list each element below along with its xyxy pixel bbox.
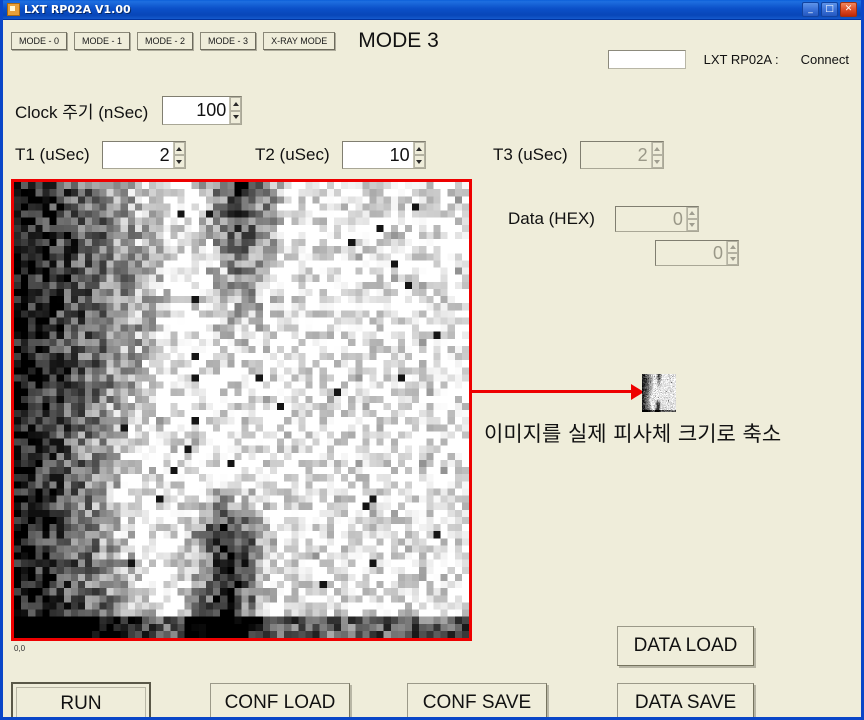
- t1-stepper[interactable]: 2: [101, 141, 186, 169]
- data-hex-row-1: Data (HEX) 0: [508, 206, 739, 232]
- data-hex-label: Data (HEX): [508, 209, 595, 228]
- t1-value[interactable]: 2: [103, 145, 173, 166]
- mode-button-2[interactable]: MODE - 2: [137, 32, 194, 50]
- t3-group: T3 (uSec) 2: [493, 141, 664, 169]
- connect-status-label[interactable]: Connect: [801, 52, 849, 67]
- spin-down-icon[interactable]: [230, 110, 242, 124]
- t3-spin-arrows[interactable]: [650, 142, 663, 168]
- spin-down-icon[interactable]: [413, 155, 425, 168]
- image-coordinate-label: 0,0: [14, 644, 26, 653]
- close-button[interactable]: ✕: [840, 2, 857, 17]
- mode-button-3[interactable]: MODE - 3: [200, 32, 257, 50]
- t2-group: T2 (uSec) 10: [255, 141, 426, 169]
- spin-down-icon[interactable]: [651, 155, 663, 168]
- clock-period-row: Clock 주기 (nSec) 100: [15, 96, 243, 125]
- clock-period-label: Clock 주기 (nSec): [15, 103, 149, 122]
- sensor-image-panel[interactable]: [11, 179, 472, 641]
- mode-button-0[interactable]: MODE - 0: [11, 32, 68, 50]
- data-hex-row-2: 0: [635, 240, 739, 266]
- t3-label: T3 (uSec): [493, 145, 568, 164]
- data-hex-spin-arrows-1[interactable]: [685, 207, 698, 231]
- t1-spin-arrows[interactable]: [172, 142, 185, 168]
- maximize-icon: □: [825, 4, 834, 14]
- window-controls: _ □ ✕: [802, 2, 857, 17]
- spin-up-icon[interactable]: [173, 142, 185, 155]
- actual-size-thumbnail: [642, 374, 676, 412]
- t3-value[interactable]: 2: [581, 145, 651, 166]
- title-bar: LXT RP02A V1.00 _ □ ✕: [3, 0, 861, 20]
- annotation-arrow-line: [472, 390, 637, 393]
- data-hex-stepper-1[interactable]: 0: [614, 206, 699, 232]
- data-load-button[interactable]: DATA LOAD: [617, 626, 754, 666]
- sensor-image-canvas[interactable]: [14, 182, 469, 638]
- window-title: LXT RP02A V1.00: [24, 3, 131, 16]
- run-button-label: RUN: [16, 687, 146, 717]
- spin-up-icon[interactable]: [230, 97, 242, 111]
- mode-button-bar: MODE - 0 MODE - 1 MODE - 2 MODE - 3 X-RA…: [11, 29, 439, 53]
- data-hex-value-2[interactable]: 0: [656, 243, 726, 264]
- conf-load-button[interactable]: CONF LOAD: [210, 683, 350, 717]
- clock-period-stepper[interactable]: 100: [162, 96, 243, 125]
- spin-up-icon[interactable]: [727, 241, 738, 253]
- device-label: LXT RP02A :: [703, 52, 779, 67]
- close-icon: ✕: [844, 4, 853, 14]
- actual-size-thumbnail-canvas: [642, 374, 676, 412]
- clock-period-value[interactable]: 100: [163, 100, 229, 121]
- t1-group: T1 (uSec) 2: [15, 141, 186, 169]
- t3-stepper[interactable]: 2: [579, 141, 664, 169]
- spin-up-icon[interactable]: [413, 142, 425, 155]
- minimize-icon: _: [808, 4, 813, 14]
- run-button[interactable]: RUN: [11, 682, 151, 717]
- data-hex-block: Data (HEX) 0 0: [508, 206, 739, 266]
- data-hex-value-1[interactable]: 0: [616, 209, 686, 230]
- data-save-button[interactable]: DATA SAVE: [617, 683, 754, 717]
- spin-down-icon[interactable]: [727, 253, 738, 265]
- t2-value[interactable]: 10: [343, 145, 413, 166]
- t2-stepper[interactable]: 10: [341, 141, 426, 169]
- t2-label: T2 (uSec): [255, 145, 330, 164]
- annotation-caption: 이미지를 실제 피사체 크기로 축소: [484, 422, 782, 446]
- data-hex-spin-arrows-2[interactable]: [726, 241, 738, 265]
- application-window: LXT RP02A V1.00 _ □ ✕ MODE - 0 MODE - 1 …: [0, 0, 864, 720]
- mode-button-xray[interactable]: X-RAY MODE: [263, 32, 336, 50]
- spin-up-icon[interactable]: [651, 142, 663, 155]
- clock-period-spin-arrows[interactable]: [229, 97, 242, 124]
- mode-button-1[interactable]: MODE - 1: [74, 32, 131, 50]
- spin-up-icon[interactable]: [686, 207, 698, 219]
- conf-save-button[interactable]: CONF SAVE: [407, 683, 547, 717]
- current-mode-title: MODE 3: [358, 29, 439, 52]
- minimize-button[interactable]: _: [802, 2, 819, 17]
- port-input[interactable]: [607, 50, 686, 69]
- t1-label: T1 (uSec): [15, 145, 90, 164]
- data-hex-stepper-2[interactable]: 0: [655, 240, 739, 266]
- t2-spin-arrows[interactable]: [412, 142, 425, 168]
- app-icon: [7, 3, 20, 16]
- timing-row: T1 (uSec) 2 T2 (uSec) 10 T3 (uSec) 2: [15, 141, 715, 173]
- client-area: MODE - 0 MODE - 1 MODE - 2 MODE - 3 X-RA…: [3, 20, 861, 717]
- connection-area: LXT RP02A : Connect: [607, 50, 849, 69]
- spin-down-icon[interactable]: [173, 155, 185, 168]
- spin-down-icon[interactable]: [686, 219, 698, 231]
- maximize-button[interactable]: □: [821, 2, 838, 17]
